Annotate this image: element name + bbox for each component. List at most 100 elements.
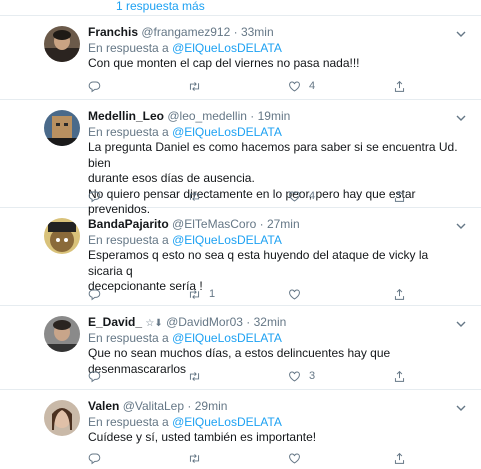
tweet-text: Con que monten el cap del viernes no pas… xyxy=(88,56,465,72)
reply-icon xyxy=(88,371,101,382)
reply-context: En respuesta a @ElQueLosDELATA xyxy=(88,233,465,248)
reply-context: En respuesta a @ElQueLosDELATA xyxy=(88,41,465,56)
retweet-button[interactable] xyxy=(188,188,209,204)
like-button[interactable] xyxy=(288,450,309,466)
tweet-text-line: Esperamos q esto no sea q esta huyendo d… xyxy=(88,248,429,278)
heart-icon xyxy=(289,81,300,92)
reply-target-link[interactable]: @ElQueLosDELATA xyxy=(172,331,282,345)
user-handle[interactable]: @frangamez912 xyxy=(141,25,230,39)
user-name[interactable]: Medellin_Leo xyxy=(88,109,164,123)
heart-icon xyxy=(289,289,300,300)
avatar[interactable] xyxy=(44,316,80,352)
avatar[interactable] xyxy=(44,110,80,146)
retweet-button[interactable]: 1 xyxy=(188,286,215,302)
retweet-icon xyxy=(189,453,200,463)
user-name[interactable]: Franchis xyxy=(88,25,138,39)
separator-dot: · xyxy=(250,109,255,123)
user-handle[interactable]: @DavidMor03 xyxy=(166,315,243,329)
heart-icon xyxy=(289,191,300,202)
user-handle[interactable]: @ElTeMasCoro xyxy=(172,217,256,231)
timestamp[interactable]: 19min xyxy=(258,109,291,123)
more-replies-row[interactable]: 1 respuesta más xyxy=(0,0,481,16)
retweet-button[interactable] xyxy=(188,78,209,94)
reply-button[interactable] xyxy=(88,368,101,384)
retweet-button[interactable] xyxy=(188,368,209,384)
tweet-actions: 3 xyxy=(88,368,428,384)
tweet[interactable]: Medellin_Leo @leo_medellin · 19min En re… xyxy=(0,100,481,216)
like-button[interactable] xyxy=(288,286,309,302)
reply-target-link[interactable]: @ElQueLosDELATA xyxy=(172,415,282,429)
chevron-down-icon[interactable] xyxy=(455,402,467,414)
reply-prefix: En respuesta a xyxy=(88,125,169,139)
share-icon xyxy=(394,288,405,300)
reply-button[interactable] xyxy=(88,450,101,466)
share-button[interactable] xyxy=(393,188,406,204)
reply-target-link[interactable]: @ElQueLosDELATA xyxy=(172,233,282,247)
tweet[interactable]: Franchis @frangamez912 · 33min En respue… xyxy=(0,16,481,100)
like-button[interactable]: 3 xyxy=(288,368,315,384)
share-icon xyxy=(394,452,405,464)
reply-button[interactable] xyxy=(88,188,101,204)
heart-icon xyxy=(289,453,300,464)
separator-dot: · xyxy=(259,217,264,231)
chevron-down-icon[interactable] xyxy=(455,112,467,124)
user-name[interactable]: Valen xyxy=(88,399,119,413)
reply-icon xyxy=(88,81,101,92)
tweet[interactable]: Valen @ValitaLep · 29min En respuesta a … xyxy=(0,390,481,469)
reply-target-link[interactable]: @ElQueLosDELATA xyxy=(172,125,282,139)
chevron-down-icon[interactable] xyxy=(455,318,467,330)
like-button[interactable]: 4 xyxy=(288,78,315,94)
retweet-button[interactable] xyxy=(188,450,209,466)
tweet-header: E_David_ ☆⬇ @DavidMor03 · 32min xyxy=(88,314,465,331)
share-icon xyxy=(394,80,405,92)
like-count: 4 xyxy=(309,190,316,202)
tweet-header: Medellin_Leo @leo_medellin · 19min xyxy=(88,108,465,125)
chevron-down-icon[interactable] xyxy=(455,220,467,232)
tweet-text-line: La pregunta Daniel es como hacemos para … xyxy=(88,140,458,170)
tweet-header: Franchis @frangamez912 · 33min xyxy=(88,24,465,41)
more-replies-link[interactable]: 1 respuesta más xyxy=(116,0,205,13)
reply-context: En respuesta a @ElQueLosDELATA xyxy=(88,415,465,430)
reply-icon xyxy=(88,289,101,300)
timestamp[interactable]: 32min xyxy=(254,315,287,329)
avatar[interactable] xyxy=(44,400,80,436)
heart-icon xyxy=(289,371,300,382)
avatar[interactable] xyxy=(44,218,80,254)
name-emoji: ☆⬇ xyxy=(145,318,163,329)
tweet[interactable]: E_David_ ☆⬇ @DavidMor03 · 32min En respu… xyxy=(0,306,481,390)
timestamp[interactable]: 27min xyxy=(267,217,300,231)
reply-target-link[interactable]: @ElQueLosDELATA xyxy=(172,41,282,55)
retweet-icon xyxy=(189,191,200,201)
timestamp[interactable]: 33min xyxy=(241,25,274,39)
user-handle[interactable]: @leo_medellin xyxy=(167,109,247,123)
tweet[interactable]: BandaPajarito @ElTeMasCoro · 27min En re… xyxy=(0,208,481,306)
share-button[interactable] xyxy=(393,450,406,466)
tweet-text-line: Con que monten el cap del viernes no pas… xyxy=(88,56,360,70)
user-handle[interactable]: @ValitaLep xyxy=(123,399,184,413)
reply-prefix: En respuesta a xyxy=(88,415,169,429)
reply-prefix: En respuesta a xyxy=(88,233,169,247)
separator-dot: · xyxy=(233,25,238,39)
tweet-actions: 1 xyxy=(88,286,428,302)
tweet-header: BandaPajarito @ElTeMasCoro · 27min xyxy=(88,216,465,233)
tweet-actions xyxy=(88,450,428,466)
tweet-actions: 4 xyxy=(88,78,428,94)
tweet-actions: 4 xyxy=(88,188,428,204)
avatar[interactable] xyxy=(44,26,80,62)
like-count: 4 xyxy=(309,80,316,92)
reply-button[interactable] xyxy=(88,286,101,302)
tweet-text: La pregunta Daniel es como hacemos para … xyxy=(88,140,465,218)
retweet-count: 1 xyxy=(209,288,216,300)
reply-button[interactable] xyxy=(88,78,101,94)
share-button[interactable] xyxy=(393,78,406,94)
user-name[interactable]: E_David_ xyxy=(88,315,142,329)
user-name[interactable]: BandaPajarito xyxy=(88,217,169,231)
like-button[interactable]: 4 xyxy=(288,188,315,204)
tweet-header: Valen @ValitaLep · 29min xyxy=(88,398,465,415)
share-button[interactable] xyxy=(393,368,406,384)
timestamp[interactable]: 29min xyxy=(195,399,228,413)
chevron-down-icon[interactable] xyxy=(455,28,467,40)
share-icon xyxy=(394,190,405,202)
share-button[interactable] xyxy=(393,286,406,302)
separator-dot: · xyxy=(246,315,251,329)
